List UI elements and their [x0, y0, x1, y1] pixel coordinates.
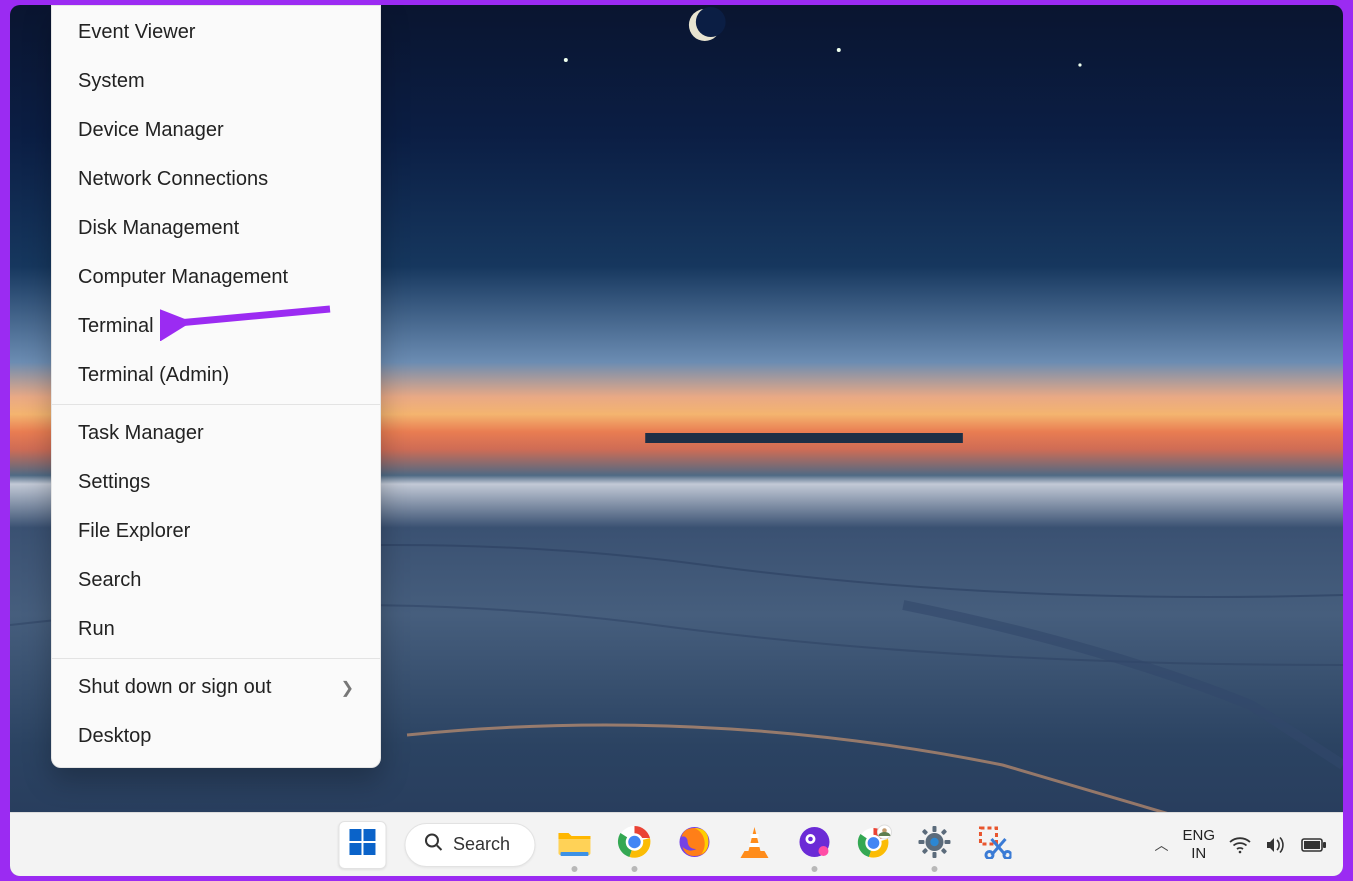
chrome-profile-icon — [856, 824, 892, 865]
taskbar-app-settings[interactable] — [913, 824, 955, 866]
menu-item-network-connections[interactable]: Network Connections — [52, 155, 380, 204]
taskbar-app-file-explorer[interactable] — [553, 824, 595, 866]
winx-context-menu: Event Viewer System Device Manager Netwo… — [51, 5, 381, 768]
chevron-right-icon: ❯ — [341, 678, 354, 698]
menu-item-label: Event Viewer — [78, 21, 195, 44]
menu-item-label: Terminal — [78, 315, 154, 338]
running-indicator — [631, 866, 637, 872]
menu-item-device-manager[interactable]: Device Manager — [52, 106, 380, 155]
menu-item-event-viewer[interactable]: Event Viewer — [52, 8, 380, 57]
chevron-up-icon: ︿ — [1154, 837, 1168, 853]
volume-button[interactable] — [1265, 836, 1287, 854]
menu-item-label: Run — [78, 618, 115, 641]
taskbar-app-chrome[interactable] — [613, 824, 655, 866]
taskbar-search[interactable]: Search — [404, 823, 535, 867]
menu-item-terminal[interactable]: Terminal — [52, 302, 380, 351]
menu-item-terminal-admin[interactable]: Terminal (Admin) — [52, 351, 380, 400]
desktop-viewport: Event Viewer System Device Manager Netwo… — [10, 5, 1343, 876]
firefox-icon — [677, 825, 711, 864]
language-line1: ENG — [1182, 827, 1215, 844]
folder-icon — [556, 827, 592, 862]
menu-item-settings[interactable]: Settings — [52, 458, 380, 507]
running-indicator — [931, 866, 937, 872]
system-tray: ︿ ENG IN — [1154, 813, 1327, 876]
purple-circle-icon — [797, 825, 831, 864]
menu-item-label: Task Manager — [78, 422, 204, 445]
language-indicator[interactable]: ENG IN — [1182, 827, 1215, 862]
taskbar: Search — [10, 812, 1343, 876]
search-icon — [423, 832, 443, 857]
search-label: Search — [453, 834, 510, 855]
taskbar-app-firefox[interactable] — [673, 824, 715, 866]
taskbar-app-purple[interactable] — [793, 824, 835, 866]
wifi-button[interactable] — [1229, 836, 1251, 854]
menu-item-desktop[interactable]: Desktop — [52, 712, 380, 761]
tray-overflow-button[interactable]: ︿ — [1154, 835, 1168, 855]
menu-item-run[interactable]: Run — [52, 605, 380, 654]
menu-item-label: Search — [78, 569, 141, 592]
windows-logo-icon — [348, 828, 376, 861]
menu-item-label: Network Connections — [78, 168, 268, 191]
wifi-icon — [1229, 836, 1251, 854]
gear-icon — [917, 825, 951, 864]
menu-item-label: Device Manager — [78, 119, 224, 142]
menu-item-label: Shut down or sign out — [78, 676, 271, 699]
running-indicator — [571, 866, 577, 872]
menu-item-shut-down-or-sign-out[interactable]: Shut down or sign out ❯ — [52, 663, 380, 712]
taskbar-app-chrome-profile[interactable] — [853, 824, 895, 866]
menu-item-search[interactable]: Search — [52, 556, 380, 605]
vlc-icon — [738, 825, 770, 864]
menu-item-task-manager[interactable]: Task Manager — [52, 409, 380, 458]
menu-separator — [52, 658, 380, 659]
running-indicator — [811, 866, 817, 872]
menu-item-label: System — [78, 70, 145, 93]
battery-button[interactable] — [1301, 837, 1327, 853]
taskbar-center: Search — [338, 821, 1015, 869]
menu-item-disk-management[interactable]: Disk Management — [52, 204, 380, 253]
menu-item-computer-management[interactable]: Computer Management — [52, 253, 380, 302]
start-button[interactable] — [338, 821, 386, 869]
menu-item-label: File Explorer — [78, 520, 190, 543]
menu-item-label: Disk Management — [78, 217, 239, 240]
snip-icon — [977, 825, 1011, 864]
language-line2: IN — [1182, 845, 1215, 862]
menu-item-label: Desktop — [78, 725, 151, 748]
menu-item-label: Settings — [78, 471, 150, 494]
taskbar-app-snipping-tool[interactable] — [973, 824, 1015, 866]
battery-icon — [1301, 837, 1327, 853]
annotated-frame: Event Viewer System Device Manager Netwo… — [0, 0, 1353, 881]
chrome-icon — [617, 825, 651, 864]
menu-item-system[interactable]: System — [52, 57, 380, 106]
taskbar-app-vlc[interactable] — [733, 824, 775, 866]
menu-item-label: Terminal (Admin) — [78, 364, 229, 387]
menu-item-label: Computer Management — [78, 266, 288, 289]
speaker-icon — [1265, 836, 1287, 854]
menu-separator — [52, 404, 380, 405]
menu-item-file-explorer[interactable]: File Explorer — [52, 507, 380, 556]
